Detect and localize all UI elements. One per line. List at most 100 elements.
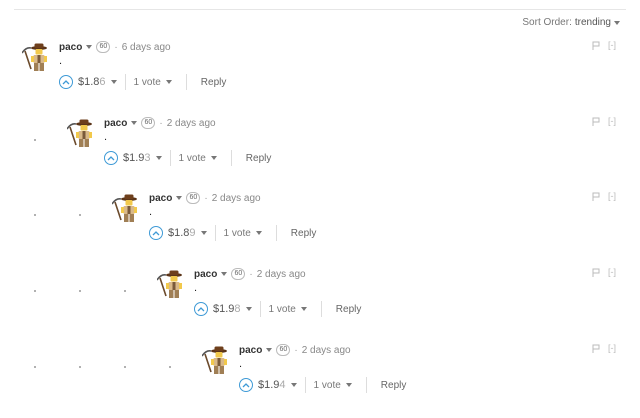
caret-down-icon[interactable] <box>266 348 273 352</box>
divider <box>275 225 277 241</box>
avatar[interactable] <box>66 118 97 148</box>
top-divider <box>14 9 626 10</box>
caret-down-icon[interactable] <box>110 80 117 84</box>
divider <box>304 377 306 393</box>
comment-meta: paco 60 · 2 days ago <box>194 267 306 281</box>
separator-dot: · <box>204 192 208 204</box>
reply-button[interactable]: Reply <box>336 304 362 315</box>
timestamp[interactable]: 2 days ago <box>212 193 261 204</box>
caret-down-icon[interactable] <box>255 231 262 235</box>
caret-down-icon[interactable] <box>210 156 217 160</box>
sort-order-dropdown[interactable]: trending <box>575 17 611 28</box>
upvote-icon[interactable] <box>194 302 208 316</box>
avatar-miner-icon <box>21 43 47 71</box>
collapse-toggle[interactable]: [-] <box>608 343 616 353</box>
caret-down-icon[interactable] <box>165 80 172 84</box>
vote-count[interactable]: 1 vote <box>134 77 161 88</box>
author-name[interactable]: paco <box>194 269 217 280</box>
author-name[interactable]: paco <box>149 193 172 204</box>
avatar[interactable] <box>111 193 142 223</box>
indent-dot <box>124 290 126 292</box>
divider <box>185 74 187 90</box>
avatar-miner-icon <box>201 346 227 374</box>
divider <box>214 225 216 241</box>
collapse-toggle[interactable]: [-] <box>608 191 616 201</box>
caret-down-icon[interactable] <box>200 231 207 235</box>
upvote-icon[interactable] <box>59 75 73 89</box>
reply-button[interactable]: Reply <box>381 380 407 391</box>
divider <box>230 150 232 166</box>
vote-count[interactable]: 1 vote <box>179 153 206 164</box>
sort-order-label: Sort Order: <box>522 17 572 28</box>
vote-count[interactable]: 1 vote <box>314 380 341 391</box>
indent-dot <box>79 366 81 368</box>
upvote-icon[interactable] <box>149 226 163 240</box>
timestamp[interactable]: 6 days ago <box>122 42 171 53</box>
comment-meta: paco 60 · 2 days ago <box>104 116 216 130</box>
comment-actions: [-] <box>592 116 616 126</box>
reputation-badge: 60 <box>186 192 201 204</box>
comment: paco 60 · 2 days ago . $1.94 1 vote Repl… <box>0 343 640 411</box>
flag-icon[interactable] <box>592 344 600 353</box>
author-name[interactable]: paco <box>59 42 82 53</box>
comment-footer: $1.98 1 vote Reply <box>194 301 361 317</box>
author-name[interactable]: paco <box>104 118 127 129</box>
payout-amount[interactable]: $1.89 <box>168 227 196 239</box>
vote-count[interactable]: 1 vote <box>269 304 296 315</box>
reply-button[interactable]: Reply <box>246 153 272 164</box>
collapse-toggle[interactable]: [-] <box>608 116 616 126</box>
caret-down-icon[interactable] <box>155 156 162 160</box>
caret-down-icon[interactable] <box>300 307 307 311</box>
caret-down-icon[interactable] <box>86 45 93 49</box>
indent-dot <box>79 290 81 292</box>
comment-body: . <box>104 131 108 143</box>
comment-body: . <box>149 206 153 218</box>
avatar[interactable] <box>156 269 187 299</box>
timestamp[interactable]: 2 days ago <box>167 118 216 129</box>
vote-count[interactable]: 1 vote <box>224 228 251 239</box>
comment-actions: [-] <box>592 191 616 201</box>
comment-meta: paco 60 · 2 days ago <box>239 343 351 357</box>
flag-icon[interactable] <box>592 192 600 201</box>
timestamp[interactable]: 2 days ago <box>257 269 306 280</box>
flag-icon[interactable] <box>592 117 600 126</box>
caret-down-icon[interactable] <box>221 272 228 276</box>
flag-icon[interactable] <box>592 41 600 50</box>
reputation-badge: 60 <box>141 117 156 129</box>
reply-button[interactable]: Reply <box>291 228 317 239</box>
separator-dot: · <box>249 268 253 280</box>
author-name[interactable]: paco <box>239 345 262 356</box>
caret-down-icon[interactable] <box>614 20 620 25</box>
indent-dot <box>34 366 36 368</box>
upvote-icon[interactable] <box>104 151 118 165</box>
comment-actions: [-] <box>592 343 616 353</box>
payout-amount[interactable]: $1.98 <box>213 303 241 315</box>
avatar[interactable] <box>201 345 232 375</box>
comment-actions: [-] <box>592 40 616 50</box>
comment: paco 60 · 6 days ago . $1.86 1 vote Repl… <box>0 40 640 108</box>
caret-down-icon[interactable] <box>345 383 352 387</box>
comment-body: . <box>239 358 243 370</box>
caret-down-icon[interactable] <box>131 121 138 125</box>
indent-dot <box>79 214 81 216</box>
indent-dot <box>34 290 36 292</box>
reputation-badge: 60 <box>276 344 291 356</box>
avatar[interactable] <box>21 42 52 72</box>
indent-dot <box>169 366 171 368</box>
separator-dot: · <box>159 117 163 129</box>
payout-amount[interactable]: $1.86 <box>78 76 106 88</box>
caret-down-icon[interactable] <box>245 307 252 311</box>
reply-button[interactable]: Reply <box>201 77 227 88</box>
comment: paco 60 · 2 days ago . $1.93 1 vote Repl… <box>0 116 640 184</box>
collapse-toggle[interactable]: [-] <box>608 267 616 277</box>
comment: paco 60 · 2 days ago . $1.89 1 vote Repl… <box>0 191 640 259</box>
upvote-icon[interactable] <box>239 378 253 392</box>
flag-icon[interactable] <box>592 268 600 277</box>
payout-amount[interactable]: $1.93 <box>123 152 151 164</box>
caret-down-icon[interactable] <box>176 196 183 200</box>
payout-amount[interactable]: $1.94 <box>258 379 286 391</box>
reputation-badge: 60 <box>231 268 246 280</box>
timestamp[interactable]: 2 days ago <box>302 345 351 356</box>
collapse-toggle[interactable]: [-] <box>608 40 616 50</box>
caret-down-icon[interactable] <box>290 383 297 387</box>
